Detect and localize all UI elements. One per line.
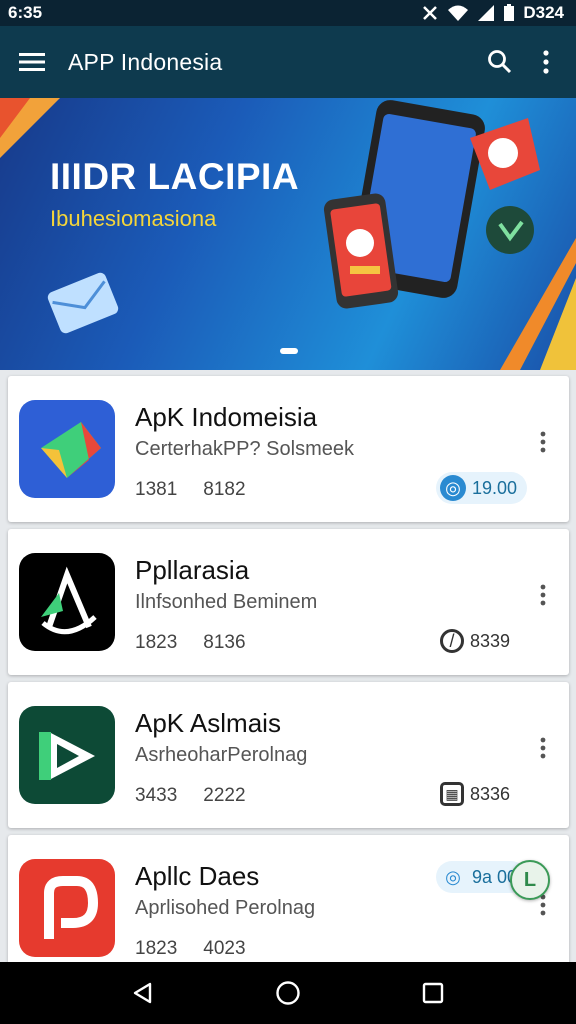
stat-1: 1823 <box>135 632 178 653</box>
app-name: Ppllarasia <box>135 555 250 585</box>
list-item[interactable]: Ppllarasia Ilnfsonhed Beminem 1823 8136 … <box>8 529 569 675</box>
banner-subtitle: Ibuhesiomasiona <box>50 206 217 231</box>
no-icon: / <box>440 629 464 653</box>
search-button[interactable] <box>480 42 520 82</box>
app-icon <box>19 400 115 498</box>
stat-1: 1381 <box>135 479 178 500</box>
list-item[interactable]: ApK Indomeisia CerterhakPP? Solsmeek 138… <box>8 376 569 522</box>
system-nav-bar <box>0 962 576 1024</box>
home-button[interactable] <box>268 973 308 1013</box>
battery-text: D324 <box>523 3 564 22</box>
status-bar: 6:35 D324 <box>0 0 576 26</box>
envelope-icon <box>47 272 119 334</box>
menu-button[interactable] <box>14 44 50 80</box>
signal-icon <box>478 5 495 21</box>
stat-1: 1823 <box>135 938 178 959</box>
wifi-icon <box>448 5 469 21</box>
stat-2: 8182 <box>203 479 246 500</box>
app-description: Ilnfsonhed Beminem <box>135 591 318 613</box>
battery-icon <box>504 4 515 21</box>
more-vert-icon <box>540 894 546 916</box>
more-options-button[interactable] <box>533 581 553 609</box>
app-description: Aprlisohed Perolnag <box>135 897 316 919</box>
more-vert-icon <box>540 431 546 453</box>
rating-badge[interactable]: ◎ 19.00 <box>436 472 528 504</box>
promo-banner[interactable]: IIIDR LACIPIA Ibuhesiomasiona <box>0 98 576 370</box>
back-icon <box>133 982 151 1004</box>
recents-button[interactable] <box>413 973 453 1013</box>
overflow-menu-button[interactable] <box>526 42 566 82</box>
app-stats: 1381 8182 <box>135 479 246 501</box>
rating-badge[interactable]: ▦ 8336 <box>436 778 520 810</box>
banner-title: IIIDR LACIPIA <box>50 156 300 197</box>
app-description: CerterhakPP? Solsmeek <box>135 438 354 460</box>
stat-1: 3433 <box>135 785 178 806</box>
app-stats: 3433 2222 <box>135 785 246 807</box>
shield-icon <box>486 206 534 254</box>
home-icon <box>276 981 300 1005</box>
stat-2: 8136 <box>203 632 246 653</box>
banner-illustration <box>0 98 576 370</box>
app-icon <box>19 706 115 804</box>
carousel-indicator[interactable] <box>280 348 298 354</box>
phone-illustration <box>323 100 485 309</box>
more-vert-icon <box>540 584 546 606</box>
app-icon <box>19 859 115 957</box>
list-item[interactable]: ApK Aslmais AsrheoharPerolnag 3433 2222 … <box>8 682 569 828</box>
app-icon <box>19 553 115 651</box>
app-bar: APP Indonesia <box>0 26 576 98</box>
list-item[interactable]: Apllc Daes Aprlisohed Perolnag 1823 4023… <box>8 835 569 975</box>
more-vert-icon <box>540 737 546 759</box>
app-name: ApK Aslmais <box>135 708 281 738</box>
status-time: 6:35 <box>8 3 43 22</box>
stat-2: 2222 <box>203 785 246 806</box>
app-title: APP Indonesia <box>68 48 223 75</box>
download-icon: ◎ <box>445 866 461 887</box>
recents-icon <box>423 982 444 1004</box>
app-stats: 1823 4023 <box>135 938 246 960</box>
more-options-button[interactable] <box>533 734 553 762</box>
search-icon <box>488 50 512 74</box>
menu-icon <box>19 53 45 71</box>
floating-action-button[interactable]: L <box>510 860 550 900</box>
app-stats: 1823 8136 <box>135 632 246 654</box>
more-vert-icon <box>543 50 549 74</box>
nfc-icon <box>423 6 438 20</box>
app-description: AsrheoharPerolnag <box>135 744 308 766</box>
stat-2: 4023 <box>203 938 246 959</box>
app-name: Apllc Daes <box>135 861 260 891</box>
rating-badge[interactable]: / 8339 <box>436 625 520 657</box>
more-options-button[interactable] <box>533 428 553 456</box>
store-icon: ▦ <box>440 782 464 806</box>
status-icons: D324 <box>421 3 564 23</box>
app-name: ApK Indomeisia <box>135 402 318 432</box>
download-icon: ◎ <box>440 475 466 501</box>
back-button[interactable] <box>123 973 163 1013</box>
screen: 6:35 D324 APP Indonesia IIIDR LACIPIA Ib… <box>0 0 576 1024</box>
